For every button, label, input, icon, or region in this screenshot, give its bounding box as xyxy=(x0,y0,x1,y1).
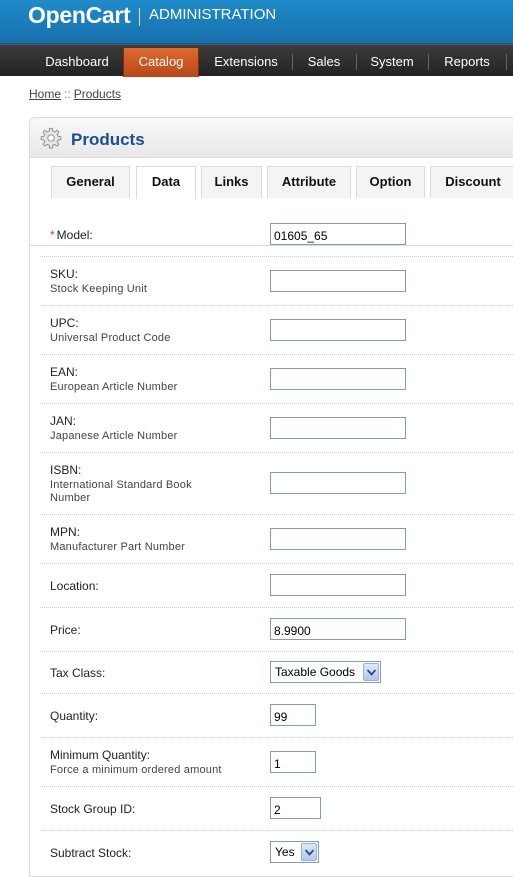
form-row-minimum: Minimum Quantity: Force a minimum ordered… xyxy=(40,738,513,787)
tab-discount[interactable]: Discount xyxy=(430,166,513,198)
mpn-label: MPN: Manufacturer Part Number xyxy=(50,525,185,554)
location-label: Location: xyxy=(50,579,99,593)
upc-help: Universal Product Code xyxy=(50,332,171,344)
ean-label: EAN: European Article Number xyxy=(50,365,178,394)
minimum-quantity-input[interactable] xyxy=(270,751,316,773)
tab-option[interactable]: Option xyxy=(356,166,425,198)
tab-general[interactable]: General xyxy=(51,166,130,198)
sku-help: Stock Keeping Unit xyxy=(50,283,148,295)
product-tabs: General Data Links Attribute Option Disc… xyxy=(30,166,513,246)
breadcrumb: Home:: Products xyxy=(29,87,121,101)
box-heading: Products xyxy=(30,118,513,158)
form-row-model: * Model: xyxy=(40,214,513,257)
mpn-help: Manufacturer Part Number xyxy=(50,541,186,553)
price-label: Price: xyxy=(50,623,81,637)
admin-header: OpenCart ADMINISTRATION xyxy=(0,0,513,44)
stock-group-input[interactable] xyxy=(270,797,321,819)
isbn-label: ISBN: International Standard Book Number xyxy=(50,463,192,505)
menu-item-extensions[interactable]: Extensions xyxy=(204,48,288,77)
tax-class-label: Tax Class: xyxy=(50,666,106,680)
dropdown-button[interactable] xyxy=(363,663,379,681)
tax-class-select[interactable]: Taxable Goods xyxy=(270,661,381,683)
form-row-mpn: MPN: Manufacturer Part Number xyxy=(40,515,513,564)
price-input[interactable] xyxy=(270,618,406,640)
ean-help: European Article Number xyxy=(50,381,178,393)
brand-logo[interactable]: OpenCart xyxy=(28,2,131,29)
gear-icon xyxy=(40,127,62,149)
menu-divider xyxy=(506,54,507,70)
tax-class-selected-value: Taxable Goods xyxy=(275,665,356,679)
form-row-ean: EAN: European Article Number xyxy=(40,355,513,404)
main-menu: Dashboard Catalog Extensions Sales Syste… xyxy=(0,44,513,77)
form-row-tax-class: Tax Class: Taxable Goods xyxy=(40,652,513,694)
model-label: * Model: xyxy=(50,228,93,242)
breadcrumb-home-link[interactable]: Home xyxy=(29,87,61,101)
mpn-input[interactable] xyxy=(270,528,406,550)
menu-divider xyxy=(356,54,357,70)
quantity-label: Quantity: xyxy=(50,709,99,723)
quantity-input[interactable] xyxy=(270,704,316,726)
jan-help: Japanese Article Number xyxy=(50,430,178,442)
model-input[interactable] xyxy=(270,223,406,245)
brand-subtitle: ADMINISTRATION xyxy=(149,6,277,23)
sku-label: SKU: Stock Keeping Unit xyxy=(50,267,147,296)
form-row-quantity: Quantity: xyxy=(40,694,513,738)
isbn-help-line2: Number xyxy=(50,492,91,504)
form-row-upc: UPC: Universal Product Code xyxy=(40,306,513,355)
location-input[interactable] xyxy=(270,574,406,596)
chevron-down-icon xyxy=(305,849,314,856)
breadcrumb-separator: :: xyxy=(64,87,71,101)
menu-divider xyxy=(292,54,293,70)
brand-divider xyxy=(139,8,140,26)
jan-label: JAN: Japanese Article Number xyxy=(50,414,178,443)
isbn-label-text: ISBN: xyxy=(50,463,82,477)
jan-input[interactable] xyxy=(270,417,406,439)
upc-input[interactable] xyxy=(270,319,406,341)
sku-label-text: SKU: xyxy=(50,267,79,281)
breadcrumb-products-link[interactable]: Products xyxy=(74,87,121,101)
menu-item-sales[interactable]: Sales xyxy=(296,48,352,77)
form-row-isbn: ISBN: International Standard Book Number xyxy=(40,453,513,515)
form-row-price: Price: xyxy=(40,608,513,652)
ean-label-text: EAN: xyxy=(50,365,79,379)
sku-input[interactable] xyxy=(270,270,406,292)
model-label-text: Model: xyxy=(56,228,93,242)
menu-item-reports[interactable]: Reports xyxy=(432,48,502,77)
form-row-subtract-stock: Subtract Stock: Yes xyxy=(40,831,513,871)
jan-label-text: JAN: xyxy=(50,414,77,428)
menu-divider xyxy=(428,54,429,70)
form-row-location: Location: xyxy=(40,564,513,608)
required-marker: * xyxy=(50,228,55,242)
ean-input[interactable] xyxy=(270,368,406,390)
isbn-help-line1: International Standard Book xyxy=(50,479,192,491)
subtract-stock-selected-value: Yes xyxy=(275,845,295,859)
form-row-jan: JAN: Japanese Article Number xyxy=(40,404,513,453)
form-row-stock-group: Stock Group ID: xyxy=(40,787,513,831)
menu-item-dashboard[interactable]: Dashboard xyxy=(36,48,118,77)
chevron-down-icon xyxy=(367,669,376,676)
minimum-label-text: Minimum Quantity: xyxy=(50,748,151,762)
menu-item-system[interactable]: System xyxy=(360,48,424,77)
tab-links[interactable]: Links xyxy=(201,166,262,198)
minimum-label: Minimum Quantity: Force a minimum ordered… xyxy=(50,748,222,777)
upc-label-text: UPC: xyxy=(50,316,79,330)
dropdown-button[interactable] xyxy=(301,843,317,861)
menu-item-catalog[interactable]: Catalog xyxy=(123,48,199,77)
tab-data[interactable]: Data xyxy=(136,166,196,199)
form-row-sku: SKU: Stock Keeping Unit xyxy=(40,257,513,306)
subtract-stock-select[interactable]: Yes xyxy=(270,841,319,863)
minimum-help: Force a minimum ordered amount xyxy=(50,764,222,776)
isbn-input[interactable] xyxy=(270,472,406,494)
page-title: Products xyxy=(71,130,145,149)
mpn-label-text: MPN: xyxy=(50,525,80,539)
stock-group-label: Stock Group ID: xyxy=(50,802,136,816)
tab-attribute[interactable]: Attribute xyxy=(267,166,351,198)
subtract-stock-label: Subtract Stock: xyxy=(50,846,132,860)
upc-label: UPC: Universal Product Code xyxy=(50,316,171,345)
